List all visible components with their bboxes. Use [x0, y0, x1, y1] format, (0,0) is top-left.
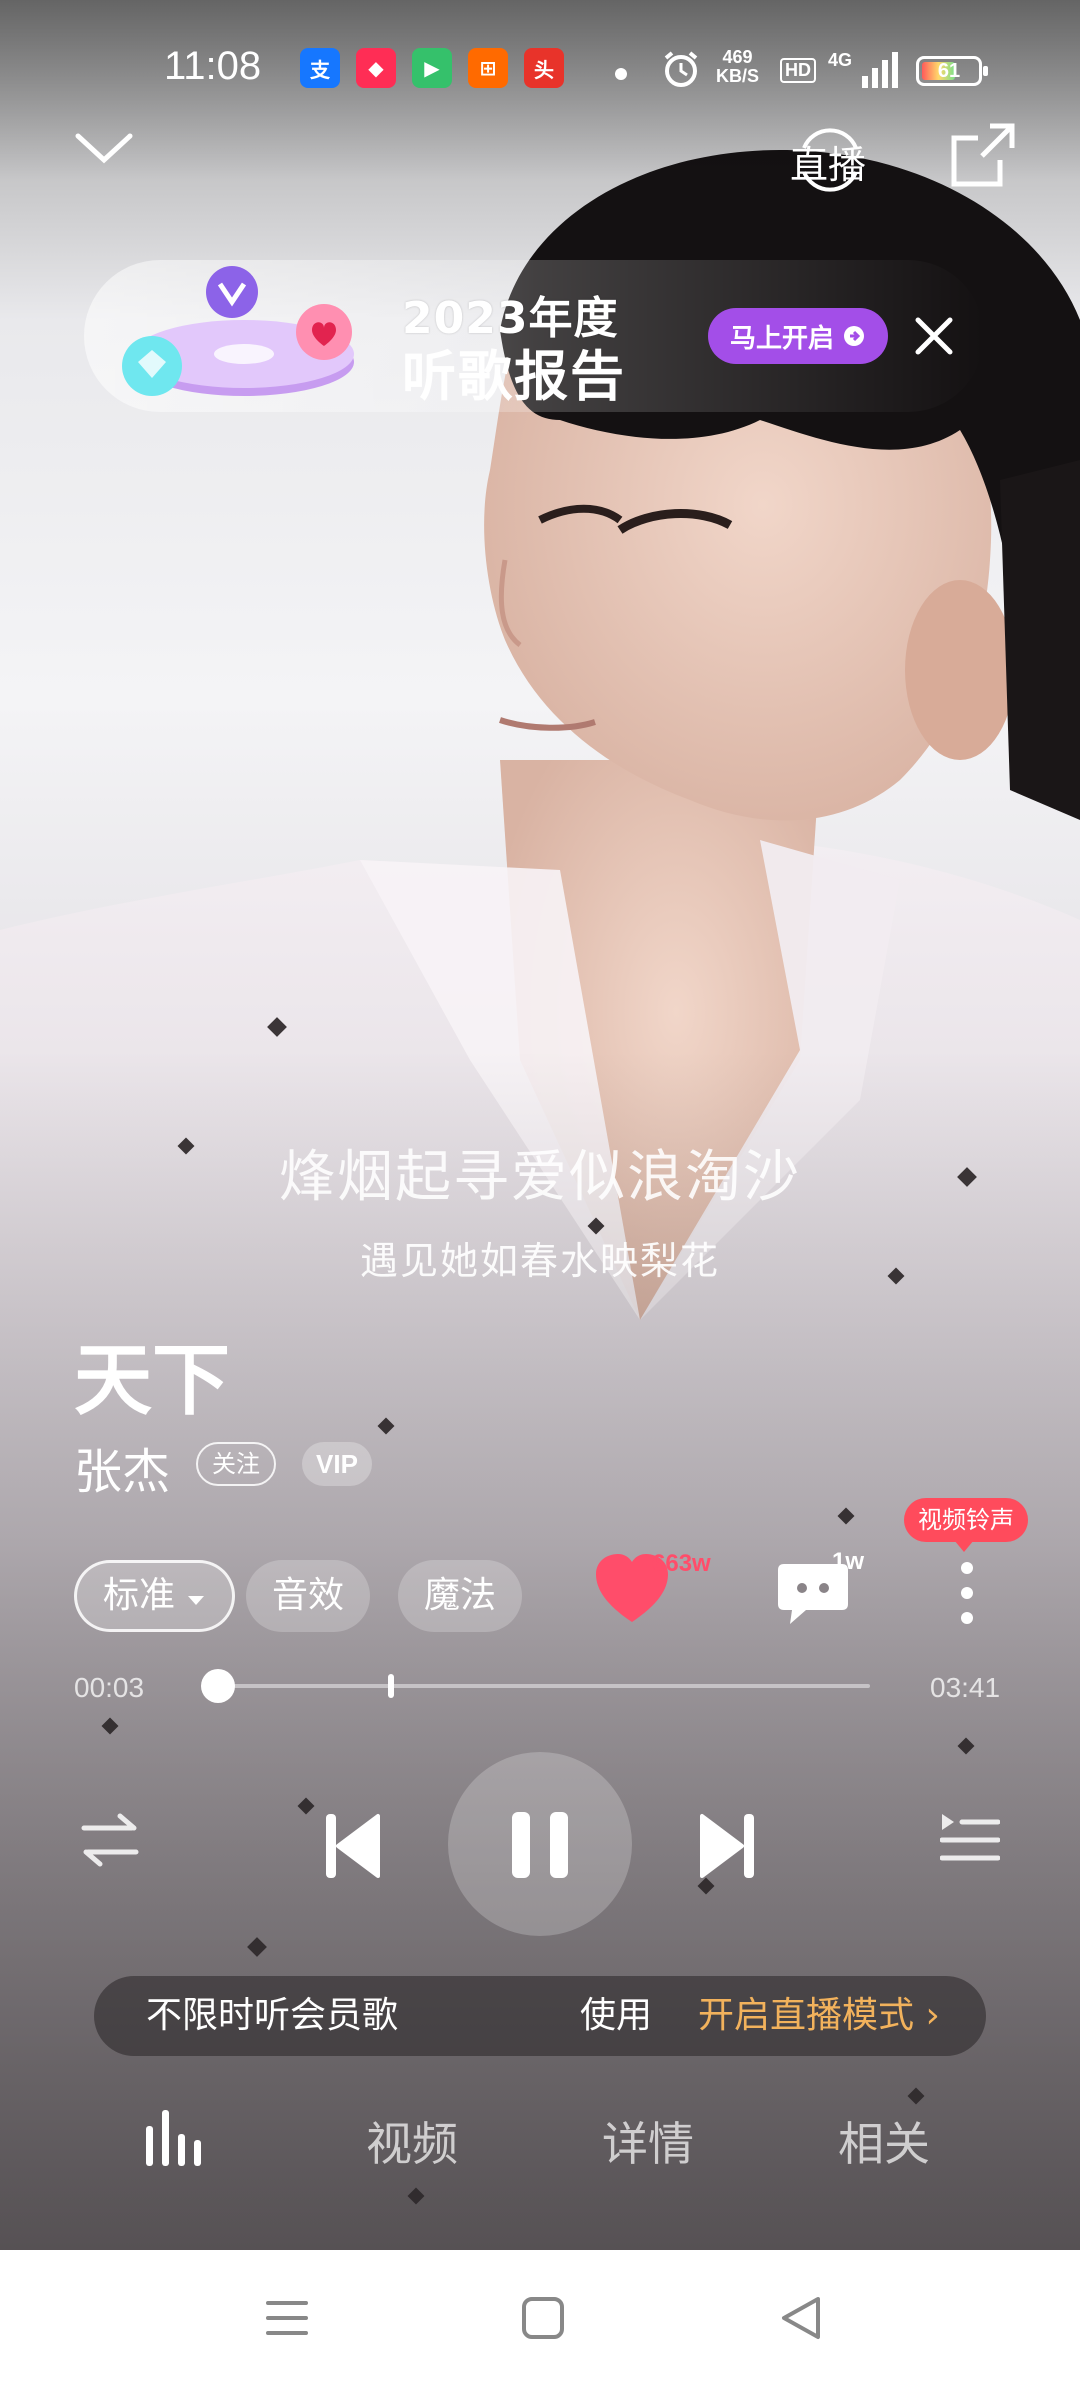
magic-button[interactable]: 魔法 — [398, 1560, 523, 1632]
share-icon[interactable] — [948, 120, 1018, 190]
tab-equalizer-icon[interactable] — [146, 2110, 206, 2166]
network-speed-value: 469 — [722, 47, 753, 67]
banner-open-button[interactable]: 马上开启 — [708, 308, 888, 364]
pause-icon — [512, 1812, 568, 1878]
home-icon[interactable] — [520, 2295, 566, 2341]
current-time: 00:03 — [74, 1672, 145, 1703]
battery-icon: 61 — [916, 56, 988, 86]
comment-button[interactable]: 1w — [776, 1548, 864, 1632]
quality-selector[interactable]: 标准 — [74, 1560, 236, 1632]
tab-related[interactable]: 相关 — [838, 2108, 930, 2174]
app-icon-3: ▶ — [412, 48, 452, 88]
artist-name[interactable]: 张杰 — [74, 1432, 170, 1502]
live-mode-link[interactable]: 开启直播模式 › — [698, 1976, 940, 2056]
total-time: 03:41 — [930, 1672, 1001, 1703]
next-track-icon[interactable] — [698, 1812, 758, 1880]
like-button[interactable]: 663w — [592, 1550, 711, 1632]
collapse-chevron-down-icon[interactable] — [72, 128, 136, 168]
app-icon-2: ◆ — [356, 48, 396, 88]
next-lyric[interactable]: 遇见她如春水映梨花 — [0, 1230, 1080, 1285]
play-pause-button[interactable] — [448, 1752, 632, 1936]
vip-promo-use: 使用 — [580, 1995, 653, 2036]
banner-title: 听歌报告 — [402, 345, 626, 408]
playlist-icon[interactable] — [940, 1812, 1000, 1868]
highlight-marker[interactable] — [387, 1674, 394, 1698]
recent-apps-icon[interactable] — [264, 2295, 310, 2341]
back-icon[interactable] — [778, 2295, 824, 2341]
report-disc-icon — [122, 266, 354, 396]
tab-details[interactable]: 详情 — [602, 2108, 694, 2174]
toutiao-icon: 头 — [524, 48, 564, 88]
battery-level: 61 — [937, 60, 961, 82]
banner-close-icon[interactable] — [912, 314, 956, 358]
arrow-circle-icon — [844, 326, 864, 346]
network-speed: 469 KB/S — [716, 48, 759, 86]
alipay-icon: 支 — [300, 48, 340, 88]
sound-effects-button[interactable]: 音效 — [246, 1560, 371, 1632]
signal-icon — [862, 52, 898, 88]
follow-button[interactable]: 关注 — [196, 1442, 276, 1486]
repeat-mode-icon[interactable] — [80, 1812, 140, 1868]
network-speed-unit: KB/S — [716, 66, 760, 86]
dropdown-triangle-icon — [188, 1596, 205, 1605]
status-bar: 11:08 支 ◆ ▶ ⊞ 头 469 KB/S HD 4G 61 — [0, 38, 1080, 108]
song-title: 天下 — [74, 1336, 231, 1426]
more-options-icon[interactable] — [950, 1558, 984, 1628]
alarm-icon — [664, 51, 698, 87]
vip-badge[interactable]: VIP — [302, 1442, 372, 1486]
progress-knob[interactable] — [201, 1669, 235, 1703]
app-icon-4: ⊞ — [468, 48, 508, 88]
video-ringtone-tag[interactable]: 视频铃声 — [904, 1498, 1028, 1552]
comment-count: 1w — [832, 1548, 865, 1575]
tab-video[interactable]: 视频 — [366, 2108, 458, 2174]
live-label: 直播 — [790, 143, 867, 187]
vip-promo-text: 不限时听会员歌 — [146, 1995, 399, 2036]
quality-label: 标准 — [103, 1575, 176, 1616]
network-type: 4G — [828, 50, 853, 70]
status-time: 11:08 — [164, 44, 262, 88]
current-lyric[interactable]: 烽烟起寻爱似浪淘沙 — [0, 1132, 1080, 1213]
vip-promo-strip[interactable]: 不限时听会员歌 使用 开启直播模式 › — [94, 1976, 986, 2056]
previous-track-icon[interactable] — [322, 1812, 382, 1880]
live-button[interactable]: 直播 — [780, 128, 880, 192]
progress-bar[interactable] — [201, 1669, 870, 1703]
like-count: 663w — [652, 1550, 711, 1577]
system-nav-bar — [0, 2250, 1080, 2400]
banner-open-label: 马上开启 — [729, 323, 834, 354]
more-notifications-dot — [615, 68, 627, 80]
hd-badge: HD — [780, 58, 816, 83]
annual-report-banner[interactable]: 2023年度 听歌报告 马上开启 — [84, 260, 984, 412]
